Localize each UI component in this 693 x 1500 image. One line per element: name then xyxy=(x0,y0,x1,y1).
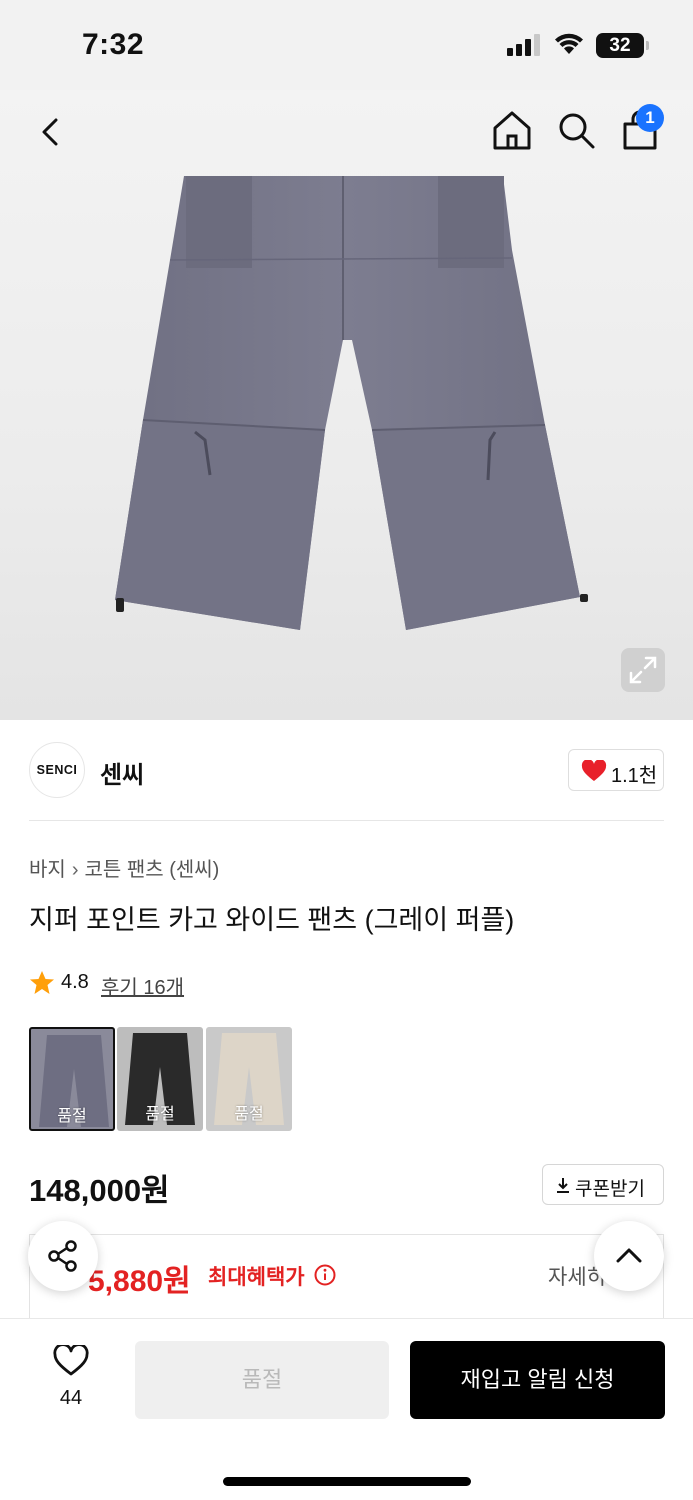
max-benefit-row[interactable]: 5,880원 최대혜택가 자세히 xyxy=(29,1234,664,1318)
signal-icon xyxy=(507,34,541,56)
brand-like-count: 1.1천 xyxy=(611,765,658,787)
status-time: 7:32 xyxy=(82,28,145,61)
sold-out-button: 품절 xyxy=(135,1341,389,1419)
color-option-gray-purple[interactable]: 품절 xyxy=(29,1027,115,1131)
product-title: 지퍼 포인트 카고 와이드 팬츠 (그레이 퍼플) xyxy=(29,905,515,935)
max-benefit-price: 5,880원 xyxy=(88,1265,191,1298)
scroll-top-button[interactable] xyxy=(594,1221,664,1291)
breadcrumb: 바지 › 코튼 팬츠 (센씨) xyxy=(29,853,219,882)
coupon-download-button[interactable]: 쿠폰받기 xyxy=(542,1164,664,1205)
wishlist-button[interactable]: 44 xyxy=(40,1345,102,1417)
home-icon[interactable] xyxy=(490,108,534,152)
search-icon[interactable] xyxy=(554,108,598,152)
wishlist-count: 44 xyxy=(59,1387,83,1409)
divider xyxy=(29,820,664,821)
product-photo-pants xyxy=(115,176,588,630)
product-price: 148,000원 xyxy=(29,1173,170,1208)
download-icon xyxy=(557,1178,569,1193)
brand-logo[interactable]: SENCI xyxy=(29,742,85,798)
color-option-black[interactable]: 품절 xyxy=(117,1027,203,1131)
share-icon xyxy=(48,1240,77,1272)
chevron-right-icon: › xyxy=(71,859,79,881)
sold-out-label: 품절 xyxy=(57,1108,87,1125)
info-icon[interactable] xyxy=(314,1264,336,1286)
wifi-icon xyxy=(555,33,583,54)
rating-score: 4.8 xyxy=(61,971,89,993)
star-icon xyxy=(30,971,54,994)
status-bar: 7:32 32 xyxy=(0,0,693,90)
chevron-up-icon xyxy=(616,1248,642,1263)
coupon-label: 쿠폰받기 xyxy=(575,1179,645,1200)
share-button[interactable] xyxy=(28,1221,98,1291)
brand-like-button[interactable]: 1.1천 xyxy=(568,749,664,791)
breadcrumb-category[interactable]: 바지 xyxy=(29,859,66,881)
cart-count-badge: 1 xyxy=(636,104,664,132)
expand-icon xyxy=(629,656,657,684)
sold-out-label: 품절 xyxy=(145,1106,175,1123)
reviews-link[interactable]: 후기 16개 xyxy=(101,971,184,1000)
max-benefit-label: 최대혜택가 xyxy=(208,1266,305,1289)
home-indicator xyxy=(223,1477,471,1486)
back-button[interactable] xyxy=(32,112,72,152)
bottom-action-bar: 44 품절 재입고 알림 신청 xyxy=(0,1318,693,1500)
heart-filled-icon xyxy=(581,760,607,781)
expand-image-button[interactable] xyxy=(621,648,665,692)
product-image[interactable] xyxy=(0,90,693,720)
color-option-beige[interactable]: 품절 xyxy=(206,1027,292,1131)
brand-name[interactable]: 센씨 xyxy=(100,755,144,790)
battery-indicator: 32 xyxy=(596,33,649,58)
breadcrumb-subcategory[interactable]: 코튼 팬츠 (센씨) xyxy=(84,859,219,881)
sold-out-label: 품절 xyxy=(234,1106,264,1123)
heart-outline-icon xyxy=(53,1345,89,1376)
restock-notify-button[interactable]: 재입고 알림 신청 xyxy=(410,1341,665,1419)
